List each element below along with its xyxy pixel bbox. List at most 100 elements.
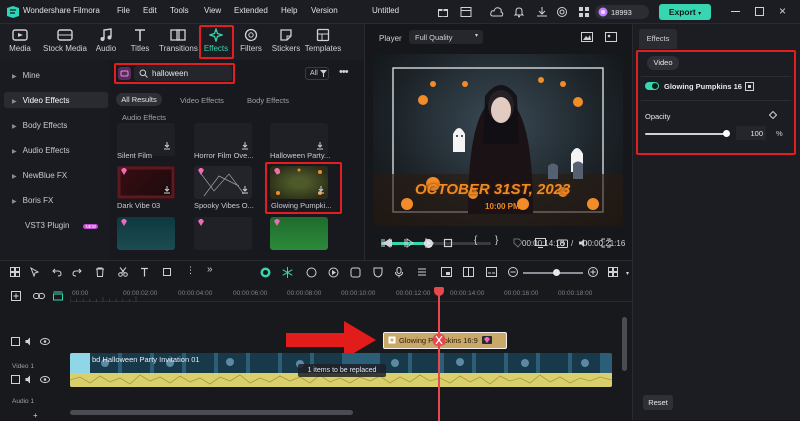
subtab-video-effects[interactable]: Video Effects <box>180 96 224 105</box>
magic-icon[interactable] <box>306 267 317 278</box>
opacity-slider-handle[interactable] <box>723 130 730 137</box>
nav-vst3-plugin[interactable]: VST3 Plugin NEW <box>25 221 98 230</box>
tab-titles[interactable]: Titles <box>128 26 152 58</box>
reset-button[interactable]: Reset <box>643 395 673 410</box>
tab-stock-media[interactable]: Stock Media <box>40 26 90 58</box>
opacity-input[interactable]: 100 <box>736 126 766 140</box>
volume-icon[interactable] <box>578 238 589 248</box>
image-icon[interactable] <box>605 32 617 42</box>
subtitle-icon[interactable] <box>486 267 497 277</box>
ai-search-icon[interactable] <box>118 67 131 80</box>
multi-cam-icon[interactable] <box>463 267 474 277</box>
search-field[interactable]: halloween <box>134 66 232 81</box>
snapshot-icon[interactable] <box>581 32 593 42</box>
zoom-out-icon[interactable] <box>508 267 518 277</box>
tab-templates[interactable]: Templates <box>304 26 342 58</box>
redo-icon[interactable] <box>72 267 82 277</box>
horizontal-scrollbar[interactable] <box>70 410 353 415</box>
nav-audio-effects[interactable]: ▶ Audio Effects <box>12 146 70 155</box>
track-visibility-icon[interactable] <box>40 376 50 383</box>
tab-audio[interactable]: Audio <box>94 26 118 58</box>
nav-newblue-fx[interactable]: ▶ NewBlue FX <box>12 171 67 180</box>
subtab-body-effects[interactable]: Body Effects <box>247 96 289 105</box>
menu-extended[interactable]: Extended <box>234 6 268 15</box>
grid-layout-icon[interactable] <box>10 267 20 277</box>
track-lock-icon[interactable] <box>11 375 20 384</box>
video-clip[interactable]: bd Halloween Party Invitation 01 1 items… <box>70 353 612 387</box>
camera-icon[interactable] <box>557 238 568 248</box>
playhead-scissors-icon[interactable] <box>432 332 446 348</box>
menu-edit[interactable]: Edit <box>143 6 157 15</box>
shield-icon[interactable] <box>373 267 383 278</box>
keyframe-diamond-icon[interactable] <box>769 111 777 119</box>
zoom-slider-handle[interactable] <box>553 269 560 276</box>
effect-toggle[interactable] <box>645 82 659 90</box>
opacity-slider[interactable] <box>645 130 730 137</box>
zoom-in-icon[interactable] <box>588 267 598 277</box>
menu-view[interactable]: View <box>204 6 221 15</box>
tab-media[interactable]: Media <box>6 26 34 58</box>
export-button[interactable]: Export ▾ <box>659 4 711 20</box>
menu-file[interactable]: File <box>117 6 130 15</box>
track-audio-icon[interactable] <box>25 337 34 346</box>
more-tools-icon[interactable]: ⋮ <box>186 265 195 276</box>
quality-dropdown[interactable]: Full Quality ▾ <box>409 30 483 44</box>
chevron-down-icon[interactable]: ▾ <box>626 270 629 277</box>
tab-transitions[interactable]: Transitions <box>159 26 198 58</box>
ai-assistant-icon[interactable] <box>260 267 271 278</box>
minimize-icon[interactable] <box>731 11 740 12</box>
playhead[interactable] <box>438 287 440 421</box>
scissors-icon[interactable] <box>118 267 128 277</box>
grid-view-icon[interactable] <box>608 267 618 277</box>
restore-icon[interactable] <box>755 7 764 16</box>
track-lock-icon[interactable] <box>11 337 20 346</box>
add-track-icon[interactable] <box>11 291 21 301</box>
mark-out-icon[interactable]: } <box>495 235 498 246</box>
cloud-upload-icon[interactable] <box>490 6 504 18</box>
nav-body-effects[interactable]: ▶ Body Effects <box>12 121 67 130</box>
delete-icon[interactable] <box>95 267 105 277</box>
microphone-icon[interactable] <box>395 267 403 278</box>
menu-tools[interactable]: Tools <box>170 6 189 15</box>
mark-in-icon[interactable]: { <box>474 235 477 246</box>
keyframe-icon[interactable] <box>745 82 754 91</box>
crop-icon[interactable] <box>162 267 172 277</box>
nav-video-effects[interactable]: ▶ Video Effects <box>12 96 69 105</box>
snowflake-icon[interactable] <box>282 267 293 278</box>
select-arrow-icon[interactable] <box>30 267 40 277</box>
link-icon[interactable] <box>33 291 45 301</box>
track-audio-icon[interactable] <box>25 375 34 384</box>
ctrl-play-back-icon[interactable] <box>404 238 414 248</box>
stop-icon[interactable] <box>443 238 453 248</box>
nav-boris-fx[interactable]: ▶ Boris FX <box>12 196 53 205</box>
more-options-icon[interactable]: ••• <box>339 66 349 78</box>
grid-apps-icon[interactable] <box>578 6 590 18</box>
speed-icon[interactable] <box>350 267 361 278</box>
display-icon[interactable] <box>535 238 546 248</box>
add-icon[interactable]: + <box>33 411 38 420</box>
vertical-scrollbar[interactable] <box>622 317 627 371</box>
undo-icon[interactable] <box>52 267 62 277</box>
close-icon[interactable]: × <box>779 4 786 18</box>
ctrl-skip-prev-icon[interactable] <box>383 238 393 248</box>
subtab-all-results[interactable]: All Results <box>116 93 162 106</box>
tab-filters[interactable]: Filters <box>238 26 264 58</box>
picture-in-picture-icon[interactable] <box>441 267 452 277</box>
forward-icon[interactable]: » <box>207 264 213 275</box>
tab-stickers[interactable]: Stickers <box>271 26 301 58</box>
download-icon[interactable] <box>536 6 548 18</box>
filter-dropdown[interactable]: All <box>305 67 329 80</box>
support-icon[interactable] <box>556 6 568 18</box>
nav-mine[interactable]: ▶ Mine <box>12 71 40 80</box>
layout-icon[interactable] <box>460 6 472 18</box>
video-preview[interactable]: OCTOBER 31ST, 2023 10:00 PM <box>373 54 623 226</box>
snap-icon[interactable] <box>53 291 63 301</box>
subtab-video[interactable]: Video <box>647 56 679 70</box>
zoom-slider[interactable] <box>523 269 583 276</box>
menu-help[interactable]: Help <box>281 6 297 15</box>
fullscreen-icon[interactable] <box>601 238 611 248</box>
gift-icon[interactable] <box>437 6 449 18</box>
tag-icon[interactable] <box>513 238 523 248</box>
play-icon[interactable] <box>424 238 434 248</box>
list-icon[interactable] <box>417 267 427 277</box>
